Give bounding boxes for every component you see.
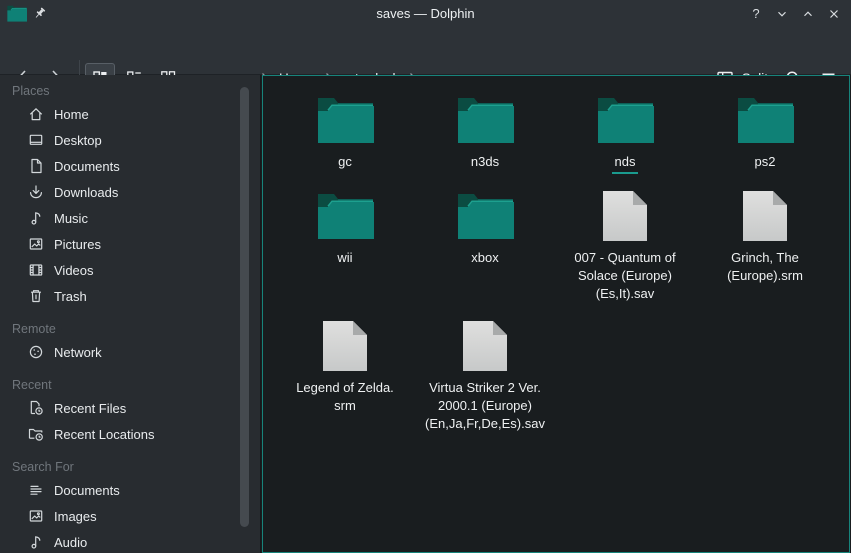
- network-icon: [28, 344, 44, 360]
- sidebar-item-label: Recent Locations: [54, 427, 154, 442]
- music-note-icon: [28, 210, 44, 226]
- file-icon: [322, 320, 368, 372]
- folder-item-xbox[interactable]: xbox: [415, 181, 555, 303]
- sidebar-scrollbar[interactable]: [240, 87, 249, 527]
- grid-row: wii xbox 007 - Quantum of Solace (Europe…: [275, 181, 835, 303]
- sidebar-item-label: Home: [54, 107, 89, 122]
- sidebar-item-downloads[interactable]: Downloads: [0, 179, 260, 205]
- sidebar-item-music[interactable]: Music: [0, 205, 260, 231]
- sidebar-item-label: Documents: [54, 483, 120, 498]
- item-label: 007 - Quantum of Solace (Europe) (Es,It)…: [574, 249, 675, 303]
- close-button[interactable]: [826, 6, 842, 22]
- folder-item-gc[interactable]: gc: [275, 85, 415, 174]
- sidebar-item-label: Documents: [54, 159, 120, 174]
- item-label: gc: [338, 153, 352, 171]
- section-header-search-for: Search For: [0, 459, 260, 475]
- folder-item-ps2[interactable]: ps2: [695, 85, 835, 174]
- sidebar-item-label: Trash: [54, 289, 87, 304]
- folder-icon: [317, 192, 374, 240]
- item-label: nds: [612, 153, 639, 174]
- minimize-button[interactable]: [774, 6, 790, 22]
- help-button[interactable]: ?: [748, 6, 764, 22]
- sidebar-item-home[interactable]: Home: [0, 101, 260, 127]
- image-icon: [28, 236, 44, 252]
- sidebar-item-label: Pictures: [54, 237, 101, 252]
- file-icon: [462, 320, 508, 372]
- folder-item-wii[interactable]: wii: [275, 181, 415, 303]
- places-panel: Places Home Desktop Documents Downloads …: [0, 75, 261, 553]
- window-controls: ?: [748, 0, 842, 27]
- file-item-grinch-the[interactable]: Grinch, The (Europe).srm: [695, 181, 835, 303]
- recent-files-icon: [28, 400, 44, 416]
- folder-icon: [737, 96, 794, 144]
- section-header-places: Places: [0, 83, 260, 99]
- dolphin-window: saves — Dolphin ?: [0, 0, 851, 553]
- sidebar-item-trash[interactable]: Trash: [0, 283, 260, 309]
- folder-icon: [457, 96, 514, 144]
- trash-icon: [28, 288, 44, 304]
- toolbar: Home retrodeck saves Split: [0, 27, 851, 75]
- window-title: saves — Dolphin: [0, 0, 851, 27]
- sidebar-item-label: Music: [54, 211, 88, 226]
- folder-icon: [597, 96, 654, 144]
- sidebar-item-label: Network: [54, 345, 102, 360]
- file-icon: [742, 190, 788, 242]
- item-label: Legend of Zelda. srm: [296, 379, 394, 415]
- item-label: wii: [337, 249, 352, 267]
- sidebar-item-videos[interactable]: Videos: [0, 257, 260, 283]
- sidebar-item-recent-files[interactable]: Recent Files: [0, 395, 260, 421]
- folder-icon: [317, 96, 374, 144]
- titlebar[interactable]: saves — Dolphin ?: [0, 0, 851, 27]
- folder-view[interactable]: gc n3ds nds ps2 wii xbox: [262, 75, 850, 553]
- desktop-icon: [28, 132, 44, 148]
- sidebar-item-pictures[interactable]: Pictures: [0, 231, 260, 257]
- item-label: Virtua Striker 2 Ver. 2000.1 (Europe) (E…: [425, 379, 545, 433]
- document-icon: [28, 158, 44, 174]
- music-note-icon: [28, 534, 44, 550]
- sidebar-item-label: Desktop: [54, 133, 102, 148]
- sidebar-item-desktop[interactable]: Desktop: [0, 127, 260, 153]
- item-label: xbox: [471, 249, 498, 267]
- sidebar-item-label: Videos: [54, 263, 94, 278]
- item-label: Grinch, The (Europe).srm: [727, 249, 803, 285]
- sidebar-item-label: Images: [54, 509, 97, 524]
- sidebar-item-search-images[interactable]: Images: [0, 503, 260, 529]
- sidebar-item-label: Recent Files: [54, 401, 126, 416]
- home-icon: [28, 106, 44, 122]
- grid-row: gc n3ds nds ps2: [275, 85, 835, 174]
- film-icon: [28, 262, 44, 278]
- item-label: ps2: [755, 153, 776, 171]
- file-item-007-quantum-of-solace[interactable]: 007 - Quantum of Solace (Europe) (Es,It)…: [555, 181, 695, 303]
- folder-item-nds[interactable]: nds: [555, 85, 695, 174]
- sidebar-item-search-audio[interactable]: Audio: [0, 529, 260, 553]
- sidebar-item-label: Audio: [54, 535, 87, 550]
- image-icon: [28, 508, 44, 524]
- text-lines-icon: [28, 482, 44, 498]
- section-header-recent: Recent: [0, 377, 260, 393]
- folder-icon: [457, 192, 514, 240]
- sidebar-item-network[interactable]: Network: [0, 339, 260, 365]
- section-header-remote: Remote: [0, 321, 260, 337]
- folder-item-n3ds[interactable]: n3ds: [415, 85, 555, 174]
- file-item-legend-of-zelda[interactable]: Legend of Zelda. srm: [275, 311, 415, 433]
- file-icon: [602, 190, 648, 242]
- sidebar-item-search-documents[interactable]: Documents: [0, 477, 260, 503]
- sidebar-item-recent-locations[interactable]: Recent Locations: [0, 421, 260, 447]
- maximize-button[interactable]: [800, 6, 816, 22]
- sidebar-item-label: Downloads: [54, 185, 118, 200]
- item-label: n3ds: [471, 153, 499, 171]
- download-icon: [28, 184, 44, 200]
- sidebar-item-documents[interactable]: Documents: [0, 153, 260, 179]
- file-item-virtua-striker-2[interactable]: Virtua Striker 2 Ver. 2000.1 (Europe) (E…: [415, 311, 555, 433]
- recent-locations-icon: [28, 426, 44, 442]
- grid-row: Legend of Zelda. srm Virtua Striker 2 Ve…: [275, 311, 555, 433]
